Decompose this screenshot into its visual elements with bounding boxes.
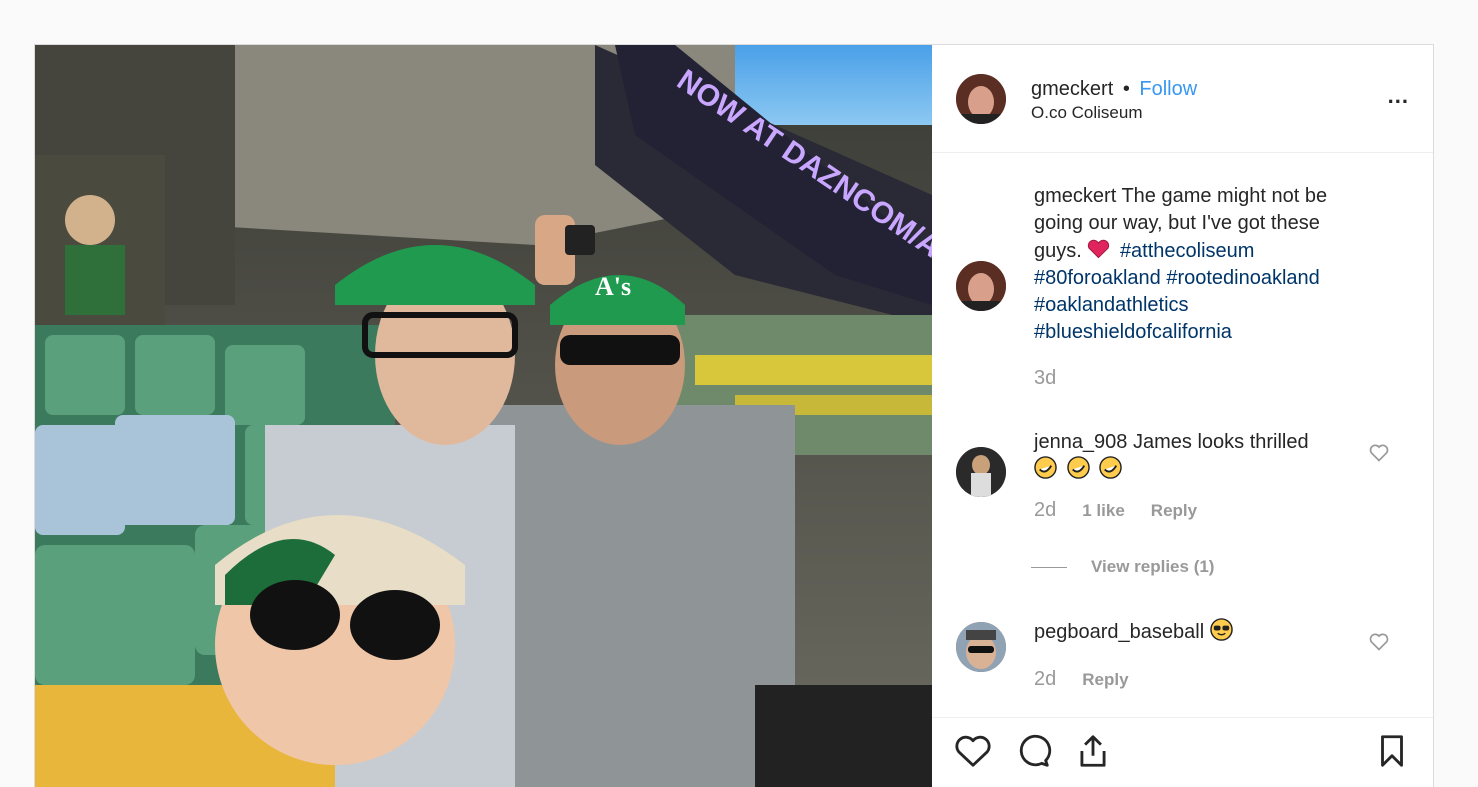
comment-username[interactable]: pegboard_baseball — [1034, 621, 1204, 643]
hashtag-link[interactable]: #rootedinoakland — [1166, 267, 1319, 289]
save-icon[interactable] — [1373, 732, 1411, 770]
header-text: gmeckert • Follow O.co Coliseum — [1031, 77, 1197, 123]
caption-avatar[interactable] — [956, 261, 1006, 311]
hashtag-link[interactable]: #80foroakland — [1034, 267, 1161, 289]
caption-username[interactable]: gmeckert — [1034, 185, 1116, 207]
more-options-icon[interactable]: ... — [1388, 85, 1409, 107]
caption-time[interactable]: 3d — [1034, 367, 1056, 390]
rofl-emoji-icon — [1034, 456, 1057, 479]
like-icon[interactable] — [954, 732, 992, 770]
cap-logo-text: A's — [595, 272, 631, 301]
comments-section: gmeckert The game might not be going our… — [932, 153, 1433, 717]
share-icon[interactable] — [1074, 732, 1112, 770]
post-side-panel: gmeckert • Follow O.co Coliseum ... gmec… — [932, 45, 1433, 787]
comment-likes[interactable]: 1 like — [1082, 501, 1125, 521]
comment-body: jenna_908 James looks thrilled — [1034, 429, 1359, 484]
caption-body: gmeckert The game might not be going our… — [1034, 183, 1349, 346]
view-replies-button[interactable]: View replies (1) — [1031, 557, 1214, 577]
separator-dot: • — [1122, 77, 1130, 100]
author-avatar[interactable] — [956, 73, 1006, 124]
post-header: gmeckert • Follow O.co Coliseum ... — [932, 45, 1433, 153]
view-replies-label[interactable]: View replies (1) — [1091, 557, 1214, 577]
author-username[interactable]: gmeckert — [1031, 78, 1113, 100]
reply-button[interactable]: Reply — [1151, 501, 1197, 521]
sunglasses-emoji-icon — [1209, 618, 1233, 641]
stadium-selfie-image: NOW AT DAZNCOM/ATHLETICS — [35, 45, 932, 787]
hashtag-link[interactable]: #oaklandathletics — [1034, 294, 1189, 316]
comment-username[interactable]: jenna_908 — [1034, 431, 1127, 453]
like-comment-heart-icon[interactable] — [1369, 443, 1389, 463]
hashtag-link[interactable]: #atthecoliseum — [1120, 240, 1255, 262]
comment-text: James looks thrilled — [1133, 431, 1309, 453]
rofl-emoji-icon — [1066, 456, 1090, 479]
comment-body: pegboard_baseball — [1034, 618, 1359, 646]
hashtag-link[interactable]: #blueshieldofcalifornia — [1034, 321, 1232, 343]
caption-meta: 3d — [1034, 367, 1056, 390]
comment-meta: 2d 1 like Reply — [1034, 499, 1197, 522]
location-link[interactable]: O.co Coliseum — [1031, 103, 1197, 123]
like-comment-heart-icon[interactable] — [1369, 632, 1389, 652]
commenter-avatar[interactable] — [956, 622, 1006, 672]
heart-emoji-icon — [1087, 237, 1110, 260]
post-actions — [932, 717, 1433, 787]
post-photo[interactable]: NOW AT DAZNCOM/ATHLETICS — [35, 45, 932, 787]
replies-divider — [1031, 566, 1067, 568]
reply-button[interactable]: Reply — [1082, 670, 1128, 690]
comment-meta: 2d Reply — [1034, 668, 1129, 691]
follow-button[interactable]: Follow — [1139, 78, 1197, 100]
rofl-emoji-icon — [1099, 456, 1122, 479]
comment-icon[interactable] — [1014, 732, 1052, 770]
comment-time[interactable]: 2d — [1034, 668, 1056, 691]
commenter-avatar[interactable] — [956, 447, 1006, 497]
post-container: NOW AT DAZNCOM/ATHLETICS — [34, 44, 1434, 787]
comment-time[interactable]: 2d — [1034, 499, 1056, 522]
header-line: gmeckert • Follow — [1031, 77, 1197, 101]
